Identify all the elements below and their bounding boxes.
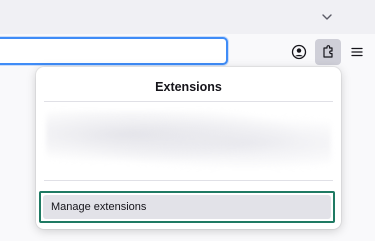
extensions-panel: Extensions Manage extensions (36, 67, 341, 229)
chevron-down-icon (322, 14, 332, 20)
panel-divider-top (44, 101, 333, 102)
tab-strip-corner (356, 0, 375, 34)
extensions-list-blurred (46, 111, 331, 169)
hamburger-menu-icon (351, 47, 363, 57)
panel-divider-bottom (44, 180, 333, 181)
account-icon (291, 44, 307, 60)
panel-title: Extensions (155, 80, 222, 94)
app-menu-button[interactable] (344, 39, 370, 65)
extensions-button[interactable] (315, 39, 341, 65)
puzzle-piece-icon (323, 45, 333, 58)
manage-extensions-button[interactable]: Manage extensions (43, 195, 331, 219)
list-all-tabs-button[interactable] (316, 6, 338, 28)
url-bar[interactable] (0, 37, 228, 65)
account-button[interactable] (286, 39, 312, 65)
